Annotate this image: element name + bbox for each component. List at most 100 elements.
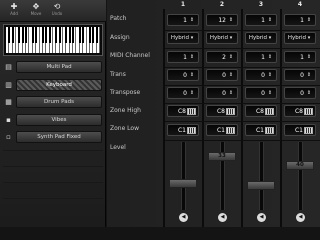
spinner-arrows-icon[interactable]: ⇕ (305, 72, 313, 79)
zone-low-control-3[interactable]: C1 (245, 124, 277, 136)
instrument-row-keyboard[interactable]: ▥ Keyboard (3, 78, 103, 93)
midi-channel-value: 2 (222, 54, 226, 61)
chevron-down-icon[interactable]: ▾ (227, 35, 235, 42)
spinner-arrows-icon[interactable]: ⇕ (305, 90, 313, 97)
keyboard-icon[interactable] (265, 127, 274, 134)
zone-high-control-1[interactable]: C8 (167, 105, 199, 117)
level-slider-track-1[interactable] (181, 142, 186, 210)
instrument-row-vibes[interactable]: ▪ Vibes (3, 113, 103, 128)
speaker-icon[interactable]: ◀ (296, 213, 305, 222)
keyboard-icon[interactable] (226, 108, 235, 115)
transpose-control-3[interactable]: 0 ⇕ (245, 87, 277, 99)
midi-channel-value: 1 (183, 54, 187, 61)
keyboard-preview[interactable] (3, 24, 103, 56)
instrument-button-synth-pad[interactable]: Synth Pad Fixed (16, 131, 102, 143)
piano-keys (6, 27, 100, 53)
spinner-arrows-icon[interactable]: ⇕ (266, 54, 274, 61)
keyboard-icon[interactable] (187, 127, 196, 134)
instrument-button-multi-pad[interactable]: Multi Pad (16, 61, 102, 73)
assign-control-1[interactable]: Hybrid ▾ (167, 32, 199, 44)
trans-control-2[interactable]: 0 ⇕ (206, 69, 238, 81)
instrument-row-multi-pad[interactable]: ▤ Multi Pad (3, 60, 103, 75)
instrument-row-synth-pad[interactable]: ▫ Synth Pad Fixed (3, 130, 103, 145)
spinner-arrows-icon[interactable]: ⇕ (227, 54, 235, 61)
empty-slot (3, 166, 103, 180)
trans-value: 0 (300, 72, 304, 79)
midi-channel-control-3[interactable]: 1 ⇕ (245, 51, 277, 63)
transpose-control-2[interactable]: 0 ⇕ (206, 87, 238, 99)
level-slider-knob-2[interactable]: 33 (208, 152, 236, 162)
midi-channel-value: 1 (300, 54, 304, 61)
level-slider-knob-3[interactable] (247, 181, 275, 191)
trans-control-4[interactable]: 0 ⇕ (284, 69, 316, 81)
assign-control-4[interactable]: Hybrid ▾ (284, 32, 316, 44)
zone-high-control-3[interactable]: C8 (245, 105, 277, 117)
instrument-button-keyboard[interactable]: Keyboard (16, 79, 102, 91)
keyboard-icon[interactable] (304, 108, 313, 115)
patch-control-3[interactable]: 1 ⇕ (245, 14, 277, 26)
move-button[interactable]: ✥ Move (29, 2, 43, 18)
transpose-value: 0 (300, 90, 304, 97)
spinner-arrows-icon[interactable]: ⇕ (227, 17, 235, 24)
speaker-icon[interactable]: ◀ (218, 213, 227, 222)
chevron-down-icon[interactable]: ▾ (305, 35, 313, 42)
row-label-zone-low: Zone Low (110, 125, 139, 132)
row-label-zone-high: Zone High (110, 107, 141, 114)
instrument-button-drum-pads[interactable]: Drum Pads (16, 96, 102, 108)
trans-value: 0 (222, 72, 226, 79)
midi-channel-control-1[interactable]: 1 ⇕ (167, 51, 199, 63)
patch-value: 1 (183, 17, 187, 24)
add-label: Add (10, 11, 18, 16)
zone-high-control-2[interactable]: C8 (206, 105, 238, 117)
transpose-control-1[interactable]: 0 ⇕ (167, 87, 199, 99)
keyboard-icon[interactable] (265, 108, 274, 115)
spinner-arrows-icon[interactable]: ⇕ (305, 54, 313, 61)
keyboard-icon[interactable] (304, 127, 313, 134)
spinner-arrows-icon[interactable]: ⇕ (227, 72, 235, 79)
zone-low-control-1[interactable]: C1 (167, 124, 199, 136)
keyboard-icon[interactable] (187, 108, 196, 115)
zone-low-control-4[interactable]: C1 (284, 124, 316, 136)
level-slider-knob-4[interactable]: 40 (286, 161, 314, 171)
chevron-down-icon[interactable]: ▾ (188, 35, 196, 42)
spinner-arrows-icon[interactable]: ⇕ (227, 90, 235, 97)
speaker-icon[interactable]: ◀ (257, 213, 266, 222)
midi-channel-control-2[interactable]: 2 ⇕ (206, 51, 238, 63)
level-slider-track-4[interactable] (298, 142, 303, 210)
instrument-button-vibes[interactable]: Vibes (16, 114, 102, 126)
level-slider-knob-1[interactable] (169, 178, 197, 188)
undo-icon: ⟲ (53, 2, 61, 11)
undo-button[interactable]: ⟲ Undo (50, 2, 64, 18)
transpose-control-4[interactable]: 0 ⇕ (284, 87, 316, 99)
spinner-arrows-icon[interactable]: ⇕ (305, 17, 313, 24)
level-slider-track-3[interactable] (259, 142, 264, 210)
add-button[interactable]: ✚ Add (7, 2, 21, 18)
instrument-row-drum-pads[interactable]: ▦ Drum Pads (3, 95, 103, 110)
patch-control-2[interactable]: 12 ⇕ (206, 14, 238, 26)
zone-high-value: C8 (216, 108, 225, 115)
spinner-arrows-icon[interactable]: ⇕ (266, 90, 274, 97)
column-divider (163, 9, 165, 227)
spinner-arrows-icon[interactable]: ⇕ (266, 72, 274, 79)
spinner-arrows-icon[interactable]: ⇕ (188, 90, 196, 97)
speaker-icon[interactable]: ◀ (179, 213, 188, 222)
spinner-arrows-icon[interactable]: ⇕ (188, 72, 196, 79)
zone-high-control-4[interactable]: C8 (284, 105, 316, 117)
trans-control-3[interactable]: 0 ⇕ (245, 69, 277, 81)
assign-control-3[interactable]: Hybrid ▾ (245, 32, 277, 44)
patch-control-4[interactable]: 1 ⇕ (284, 14, 316, 26)
level-value: 40 (296, 162, 304, 169)
trans-control-1[interactable]: 0 ⇕ (167, 69, 199, 81)
patch-control-1[interactable]: 1 ⇕ (167, 14, 199, 26)
assign-control-2[interactable]: Hybrid ▾ (206, 32, 238, 44)
spinner-arrows-icon[interactable]: ⇕ (188, 54, 196, 61)
spinner-arrows-icon[interactable]: ⇕ (266, 17, 274, 24)
spinner-arrows-icon[interactable]: ⇕ (188, 17, 196, 24)
white-key[interactable] (97, 27, 100, 53)
midi-channel-control-4[interactable]: 1 ⇕ (284, 51, 316, 63)
keyboard-icon[interactable] (226, 127, 235, 134)
patch-value: 12 (218, 17, 226, 24)
chevron-down-icon[interactable]: ▾ (266, 35, 274, 42)
zone-low-value: C1 (177, 127, 186, 134)
zone-low-control-2[interactable]: C1 (206, 124, 238, 136)
